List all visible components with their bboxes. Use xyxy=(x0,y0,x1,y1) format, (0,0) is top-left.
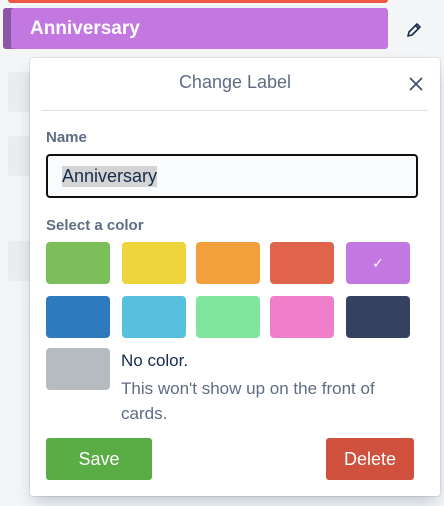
delete-button[interactable]: Delete xyxy=(326,438,414,480)
color-swatch-blue[interactable] xyxy=(46,296,110,338)
close-icon[interactable] xyxy=(404,72,428,96)
select-color-label: Select a color xyxy=(46,217,144,234)
background-label-placeholder xyxy=(8,241,32,281)
popover-header: Change Label xyxy=(42,58,428,111)
name-label: Name xyxy=(46,129,87,146)
background-label-placeholder xyxy=(8,72,32,112)
color-swatch-yellow[interactable] xyxy=(122,242,186,284)
color-swatch-pink[interactable] xyxy=(270,296,334,338)
no-color-title: No color. xyxy=(121,351,189,370)
save-button[interactable]: Save xyxy=(46,438,152,480)
color-swatch-sky[interactable] xyxy=(122,296,186,338)
color-swatch-black[interactable] xyxy=(346,296,410,338)
label-editor-screen: Anniversary Change Label Name Select a c… xyxy=(0,0,444,506)
label-anniversary[interactable]: Anniversary xyxy=(3,8,388,49)
color-swatch-lime[interactable] xyxy=(196,296,260,338)
red-label-edge xyxy=(8,0,388,3)
no-color-swatch[interactable] xyxy=(46,348,110,390)
label-name-input[interactable] xyxy=(45,153,419,199)
background-label-placeholder xyxy=(8,136,32,176)
color-swatch-red[interactable] xyxy=(270,242,334,284)
pencil-icon[interactable] xyxy=(404,20,424,40)
color-swatch-purple[interactable]: ✓ xyxy=(346,242,410,284)
check-icon: ✓ xyxy=(372,255,384,271)
no-color-description: This won't show up on the front of cards… xyxy=(121,379,375,423)
popover-title: Change Label xyxy=(178,72,292,92)
color-swatch-green[interactable] xyxy=(46,242,110,284)
color-swatch-orange[interactable] xyxy=(196,242,260,284)
change-label-popover: Change Label Name Select a color ✓ No co… xyxy=(30,58,440,496)
